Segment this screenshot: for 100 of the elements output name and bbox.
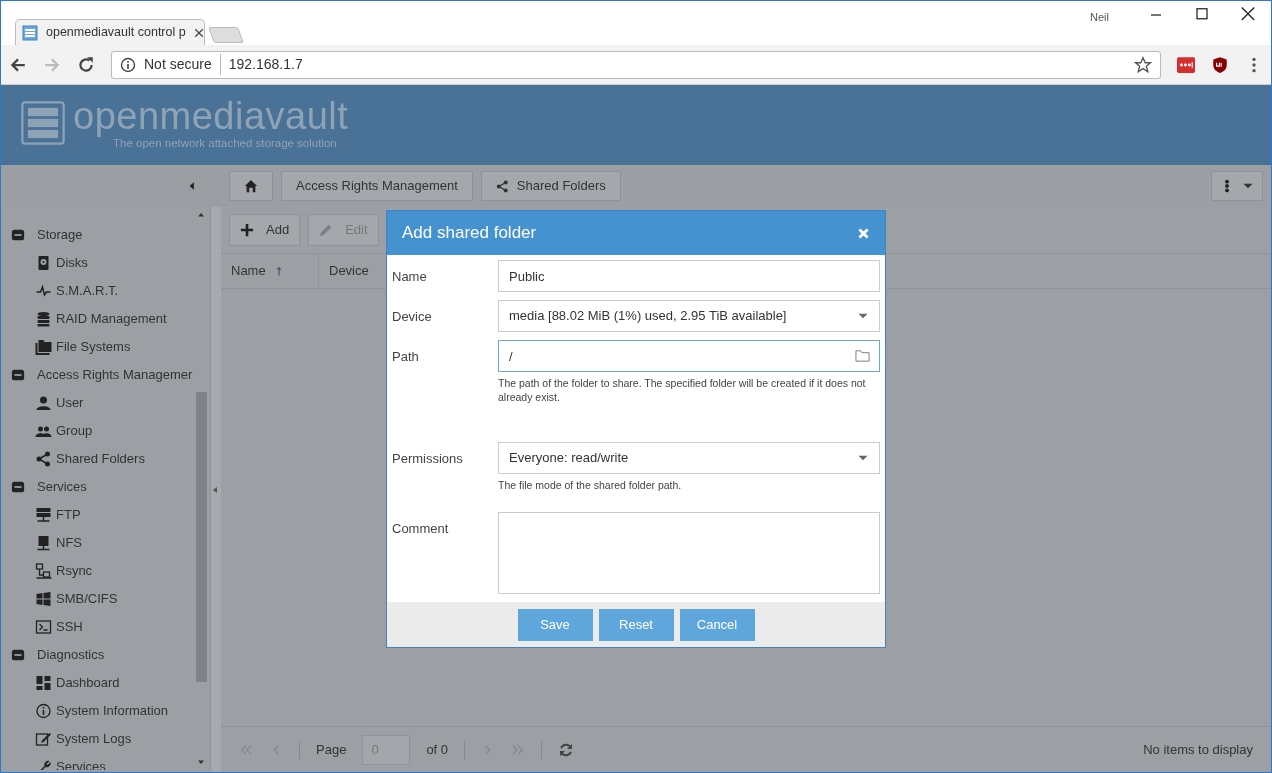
- dialog-button[interactable]: Cancel: [679, 608, 755, 641]
- sidebar-group[interactable]: Access Rights Managemer: [1, 361, 196, 389]
- windows-icon: [35, 591, 52, 607]
- star-icon[interactable]: [1134, 55, 1152, 74]
- sidebar-item[interactable]: Rsync: [1, 557, 196, 585]
- sidebar-item-label: User: [56, 394, 84, 413]
- sidebar-item[interactable]: FTP: [1, 501, 196, 529]
- page-label: Page: [316, 740, 347, 759]
- sidebar-item-label: Disks: [56, 254, 88, 273]
- refresh-icon[interactable]: [558, 741, 575, 758]
- dots-extension-icon[interactable]: [1177, 55, 1195, 74]
- network-icon: [35, 563, 52, 579]
- home-icon: [244, 179, 258, 193]
- sidebar-item[interactable]: System Information: [1, 697, 196, 725]
- column-header[interactable]: Name: [221, 254, 319, 288]
- dropdown[interactable]: Everyone: read/write: [498, 442, 880, 474]
- page-count: of 0: [426, 740, 449, 759]
- sidebar-item-label: NFS: [56, 534, 82, 553]
- panel-handle[interactable]: [211, 207, 221, 772]
- sidebar-item-label: SMB/CIFS: [56, 590, 118, 609]
- sidebar-item[interactable]: File Systems: [1, 333, 196, 361]
- sidebar-group-label: Access Rights Managemer: [37, 366, 193, 385]
- dropdown[interactable]: media [88.02 MiB (1%) used, 2.95 TiB available]: [498, 300, 880, 332]
- comment-field[interactable]: [498, 512, 880, 594]
- shield-extension-icon[interactable]: [1211, 55, 1229, 74]
- sidebar-item-label: S.M.A.R.T.: [56, 282, 119, 301]
- sidebar-item-label: Rsync: [56, 562, 93, 581]
- sidebar-group[interactable]: Services: [1, 473, 196, 501]
- sidebar-item-label: File Systems: [56, 338, 131, 357]
- field-label: Permissions: [392, 450, 464, 468]
- tagline: The open network attached storage solution: [113, 137, 338, 150]
- server-logo-icon: [21, 100, 65, 145]
- sidebar-group-label: Services: [37, 478, 87, 497]
- sidebar-item[interactable]: Shared Folders: [1, 445, 196, 473]
- sidebar-item-label: System Logs: [56, 730, 132, 749]
- sidebar-item[interactable]: Group: [1, 417, 196, 445]
- sidebar-item[interactable]: System Logs: [1, 725, 196, 753]
- field-hint: The path of the folder to share. The specified folder will be created if it does not already exist.: [498, 376, 867, 404]
- sidebar-item[interactable]: SMB/CIFS: [1, 585, 196, 613]
- sidebar-item-label: SSH: [56, 618, 83, 637]
- info-icon: [35, 703, 52, 719]
- field-hint: The file mode of the shared folder path.: [498, 478, 683, 492]
- sidebar-item[interactable]: SSH: [1, 613, 196, 641]
- path-field[interactable]: /: [498, 340, 880, 372]
- menu-button[interactable]: [1211, 171, 1263, 201]
- sidebar-item-label: System Information: [56, 702, 168, 721]
- user-icon: [35, 395, 52, 411]
- close-button[interactable]: [857, 226, 870, 240]
- sidebar-item-label: FTP: [56, 506, 81, 525]
- dialog-button[interactable]: Reset: [598, 608, 674, 641]
- scroll-up-icon: [197, 211, 205, 219]
- server-icon: [35, 507, 52, 523]
- browser-tab[interactable]: openmediavault control p: [15, 19, 205, 45]
- scroll-down-icon: [197, 758, 205, 766]
- collapse-arrow-icon: [211, 484, 219, 495]
- sidebar-item[interactable]: Disks: [1, 249, 196, 277]
- page-icon: [22, 24, 38, 41]
- profile-name[interactable]: Neil: [1090, 9, 1109, 26]
- terminal-icon: [35, 619, 52, 635]
- dialog-button[interactable]: Save: [517, 608, 593, 641]
- field-label: Device: [392, 308, 433, 326]
- security-label: Not secure: [144, 54, 221, 75]
- sidebar-item[interactable]: RAID Management: [1, 305, 196, 333]
- collapse-arrow-icon[interactable]: [187, 180, 197, 192]
- field-label: Comment: [392, 520, 450, 538]
- sidebar-item-label: Shared Folders: [56, 450, 145, 469]
- sidebar-item[interactable]: Dashboard: [1, 669, 196, 697]
- folders-icon: [35, 339, 52, 355]
- breadcrumb-link[interactable]: Access Rights Management: [281, 171, 473, 201]
- sidebar-item[interactable]: User: [1, 389, 196, 417]
- close-icon: [857, 226, 870, 240]
- sidebar-group-label: Storage: [37, 226, 83, 245]
- breadcrumb-link[interactable]: Shared Folders: [480, 171, 621, 201]
- text-field[interactable]: Public: [498, 260, 880, 292]
- folder-icon[interactable]: [854, 348, 871, 363]
- sidebar-item-label: RAID Management: [56, 310, 167, 329]
- toolbar-button[interactable]: Add: [229, 214, 301, 246]
- field-label: Path: [392, 348, 420, 366]
- logo-text: openmediavault: [73, 95, 349, 137]
- reload-icon[interactable]: [77, 55, 95, 74]
- sidebar-group[interactable]: Storage: [1, 221, 196, 249]
- status-text: No items to display: [1143, 740, 1253, 759]
- plus-icon: [240, 223, 254, 237]
- info-icon: [120, 56, 136, 73]
- share-icon: [35, 451, 52, 467]
- sidebar-group[interactable]: Diagnostics: [1, 641, 196, 669]
- dialog-title: Add shared folder: [402, 222, 537, 245]
- share-icon: [495, 179, 509, 193]
- sidebar-group-label: Diagnostics: [37, 646, 105, 665]
- sidebar-item-label: Group: [56, 422, 93, 441]
- close-icon[interactable]: [193, 27, 204, 38]
- pulse-icon: [35, 283, 52, 299]
- url-text: 192.168.1.7: [228, 55, 304, 74]
- home-button[interactable]: [229, 171, 273, 201]
- address-bar[interactable]: Not secure 192.168.1.7: [111, 50, 1161, 79]
- edit-icon: [35, 731, 52, 747]
- dashboard-icon: [35, 675, 52, 691]
- sidebar-item[interactable]: S.M.A.R.T.: [1, 277, 196, 305]
- sidebar-item[interactable]: NFS: [1, 529, 196, 557]
- sidebar-item-label: Dashboard: [56, 674, 120, 693]
